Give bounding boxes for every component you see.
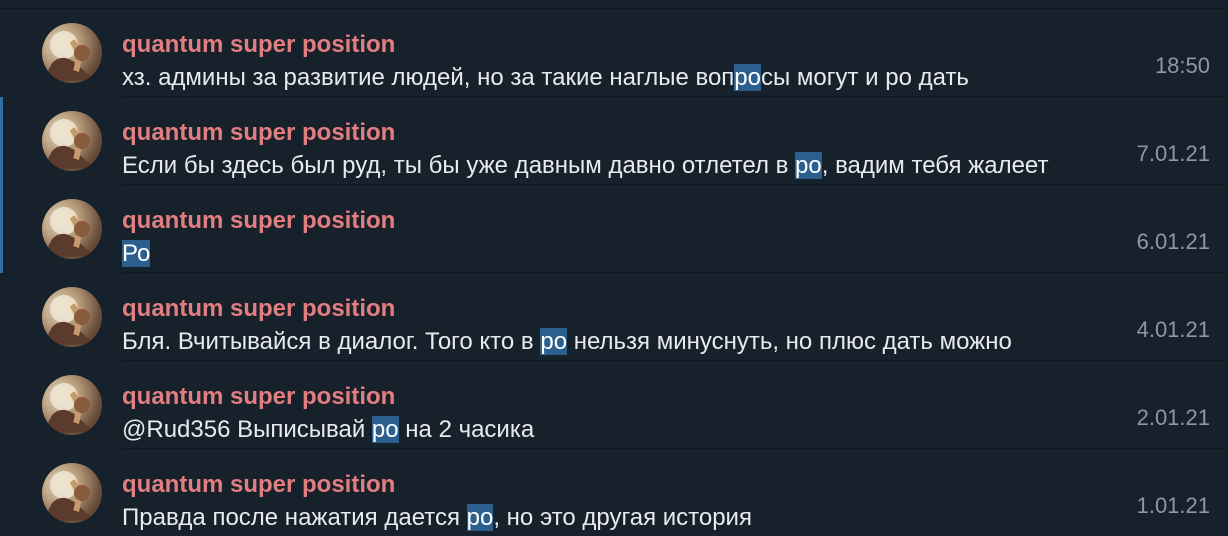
search-result-row[interactable]: quantum super position хз. админы за раз… <box>0 9 1228 97</box>
avatar[interactable] <box>42 23 102 83</box>
message-snippet: Ро <box>122 240 1117 268</box>
message-snippet: Бля. Вчитывайся в диалог. Того кто в ро … <box>122 328 1012 355</box>
message-date: 6.01.21 <box>1136 229 1210 254</box>
search-result-row[interactable]: quantum super position Бля. Вчитывайся в… <box>0 273 1228 361</box>
message-snippet: @Rud356 Выписывай ро на 2 часика <box>122 416 535 443</box>
avatar[interactable] <box>42 463 102 523</box>
avatar[interactable] <box>42 287 102 347</box>
search-results-list: quantum super position хз. админы за раз… <box>0 0 1228 536</box>
sender-name: quantum super position <box>122 119 396 146</box>
message-snippet: Если бы здесь был руд, ты бы уже давным … <box>122 152 1049 179</box>
message-snippet: Правда после нажатия дается ро, но это д… <box>122 504 752 531</box>
search-result-row[interactable]: quantum super position Правда после нажа… <box>0 449 1228 536</box>
message-date: 1.01.21 <box>1136 493 1210 518</box>
search-match-highlight: ро <box>795 152 822 179</box>
search-match-highlight: ро <box>371 416 399 443</box>
search-match-highlight: ро <box>734 64 761 91</box>
avatar[interactable] <box>42 199 102 259</box>
avatar[interactable] <box>42 111 102 171</box>
message-date: 4.01.21 <box>1136 317 1210 342</box>
search-result-row[interactable]: quantum super position Ро 6.01.21 <box>0 185 1228 273</box>
avatar[interactable] <box>42 375 102 435</box>
message-date: 7.01.21 <box>1136 141 1210 166</box>
sender-name: quantum super position <box>122 31 396 58</box>
sender-name: quantum super position <box>122 383 396 410</box>
message-snippet: хз. админы за развитие людей, но за таки… <box>122 64 969 91</box>
row-accent <box>0 97 3 185</box>
row-accent <box>0 185 3 273</box>
search-match-highlight: Ро <box>122 240 151 267</box>
search-match-highlight: ро <box>540 328 568 355</box>
message-time: 18:50 <box>1154 53 1210 78</box>
sender-name: quantum super position <box>122 295 396 322</box>
message-date: 2.01.21 <box>1136 405 1210 430</box>
search-result-row[interactable]: quantum super position Если бы здесь был… <box>0 97 1228 185</box>
sender-name: quantum super position <box>122 207 396 234</box>
search-match-highlight: ро <box>466 504 494 531</box>
sender-name: quantum super position <box>122 471 396 498</box>
search-result-row[interactable]: quantum super position @Rud356 Выписывай… <box>0 361 1228 449</box>
